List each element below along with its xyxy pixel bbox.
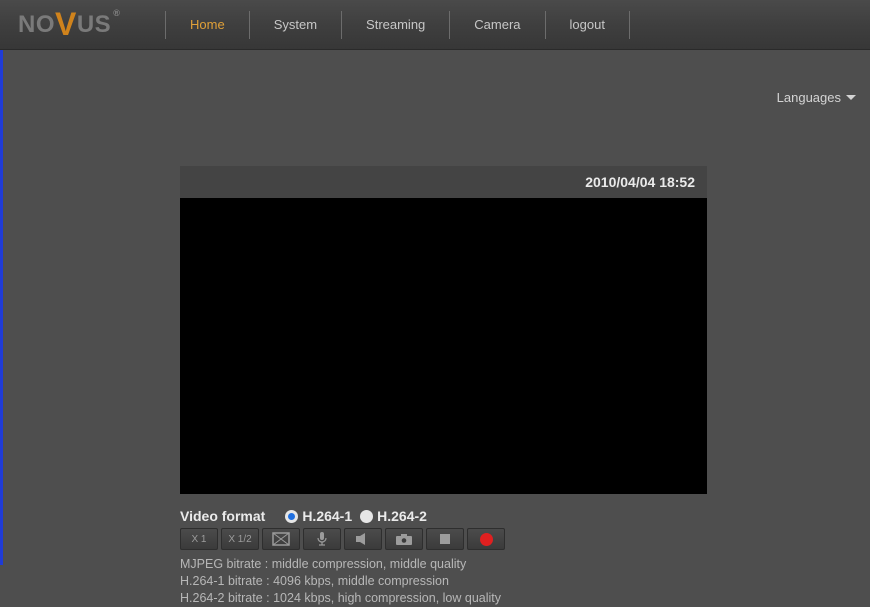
radio-label: H.264-1 xyxy=(302,508,352,524)
brand-post: US xyxy=(77,11,111,39)
speaker-button[interactable] xyxy=(344,528,382,550)
brand-logo: NOVUS® xyxy=(0,11,165,39)
content: Languages 2010/04/04 18:52 Video format … xyxy=(0,50,870,607)
video-header: 2010/04/04 18:52 xyxy=(180,166,707,198)
snapshot-button[interactable] xyxy=(385,528,423,550)
radio-label: H.264-2 xyxy=(377,508,427,524)
languages-dropdown[interactable]: Languages xyxy=(777,90,856,105)
record-button[interactable] xyxy=(467,528,505,550)
radio-h264-2[interactable]: H.264-2 xyxy=(360,508,427,524)
brand-pre: NO xyxy=(18,11,55,39)
brand-v: V xyxy=(55,12,77,36)
info-h264-1: H.264-1 bitrate : 4096 kbps, middle comp… xyxy=(180,573,707,590)
video-wrap: 2010/04/04 18:52 xyxy=(180,166,707,494)
video-format-row: Video format H.264-1 H.264-2 xyxy=(180,508,707,524)
camera-icon xyxy=(395,533,413,546)
record-icon xyxy=(480,533,493,546)
nav-streaming[interactable]: Streaming xyxy=(342,0,449,50)
zoom-1x-label: X 1 xyxy=(191,534,206,545)
info-h264-2: H.264-2 bitrate : 1024 kbps, high compre… xyxy=(180,590,707,607)
fullscreen-button[interactable] xyxy=(262,528,300,550)
zoom-half-button[interactable]: X 1/2 xyxy=(221,528,259,550)
stop-icon xyxy=(439,533,451,545)
brand-mark: ® xyxy=(113,8,120,18)
nav-system[interactable]: System xyxy=(250,0,341,50)
main-panel: 2010/04/04 18:52 Video format H.264-1 H.… xyxy=(180,166,707,607)
mic-button[interactable] xyxy=(303,528,341,550)
radio-h264-1[interactable]: H.264-1 xyxy=(285,508,352,524)
radio-icon xyxy=(285,510,298,523)
video-timestamp: 2010/04/04 18:52 xyxy=(585,174,695,190)
nav-home[interactable]: Home xyxy=(166,0,249,50)
nav-logout[interactable]: logout xyxy=(546,0,629,50)
nav-camera[interactable]: Camera xyxy=(450,0,544,50)
radio-icon xyxy=(360,510,373,523)
video-format-label: Video format xyxy=(180,508,265,524)
video-view[interactable] xyxy=(180,198,707,494)
zoom-1x-button[interactable]: X 1 xyxy=(180,528,218,550)
below-video: Video format H.264-1 H.264-2 X 1 X 1/2 xyxy=(180,508,707,607)
top-bar: NOVUS® Home System Streaming Camera logo… xyxy=(0,0,870,50)
video-toolbar: X 1 X 1/2 xyxy=(180,528,707,550)
mic-icon xyxy=(316,531,328,547)
zoom-half-label: X 1/2 xyxy=(228,534,251,545)
main-nav: Home System Streaming Camera logout xyxy=(165,0,630,50)
languages-label: Languages xyxy=(777,90,841,105)
caret-down-icon xyxy=(846,95,856,100)
nav-separator xyxy=(629,11,630,39)
speaker-icon xyxy=(355,532,371,546)
fullscreen-icon xyxy=(272,532,290,546)
stop-button[interactable] xyxy=(426,528,464,550)
